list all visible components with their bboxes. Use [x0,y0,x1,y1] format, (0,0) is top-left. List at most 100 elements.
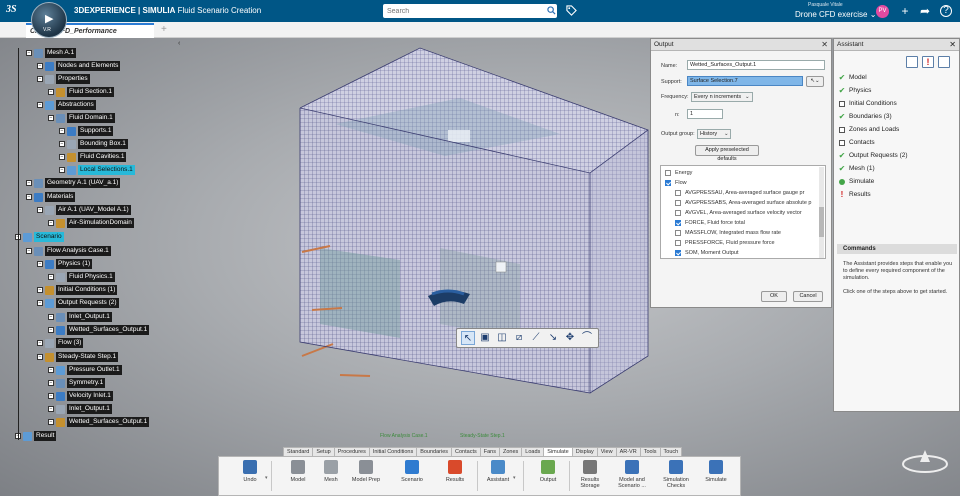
variable-checkbox[interactable] [665,169,671,176]
ok-button[interactable]: OK [761,291,787,302]
toolbar-button[interactable]: Scenario [395,460,429,483]
share-icon[interactable]: ➦ [918,4,932,18]
expand-toggle-icon[interactable]: − [26,180,32,186]
support-field[interactable]: Surface Selection.7 [687,76,803,86]
tree-node[interactable]: − Output Requests (2) [37,298,119,308]
support-picker-button[interactable]: ↖⌄ [806,76,824,87]
variable-checkbox[interactable] [675,199,681,206]
scrollbar-thumb[interactable] [819,207,824,237]
tree-node[interactable]: − Air-SimulationDomain [48,218,134,228]
expand-toggle-icon[interactable]: − [26,50,32,56]
cancel-button[interactable]: Cancel [793,291,823,302]
output-variable-row[interactable]: AVGPRESSAU, Area-averaged surface gauge … [675,188,804,197]
select-icon[interactable]: ↖ [461,331,475,345]
robot-icon[interactable]: ✥ [563,331,577,345]
expand-toggle-icon[interactable]: − [59,154,65,160]
output-variable-row[interactable]: AVGVEL, Area-averaged surface velocity v… [675,208,802,217]
assistant-step[interactable]: ✔ Physics [838,85,872,96]
expand-toggle-icon[interactable]: − [48,380,54,386]
view-compass-icon[interactable] [900,446,950,476]
toolbar-button[interactable]: Results [438,460,472,483]
toolbar-button[interactable]: Simulate [699,460,733,483]
help-icon[interactable]: ? [940,5,952,17]
variable-checkbox[interactable] [675,249,681,256]
action-tab[interactable]: Boundaries [416,447,453,456]
tree-node[interactable]: −Result [15,431,57,441]
tree-node[interactable]: −Scenario [15,232,64,242]
action-tab[interactable]: Initial Conditions [368,447,418,456]
expand-toggle-icon[interactable]: − [26,194,32,200]
apply-defaults-button[interactable]: Apply preselected defaults [695,145,759,162]
project-selector[interactable]: Drone CFD exercise ⌄ [795,10,876,19]
expand-toggle-icon[interactable]: − [37,102,43,108]
expand-toggle-icon[interactable]: − [48,314,54,320]
tree-node[interactable]: − Bounding Box.1 [59,139,128,149]
avatar[interactable]: PV [876,5,889,18]
expand-toggle-icon[interactable]: − [59,141,65,147]
tag-icon[interactable] [566,5,577,16]
output-variable-row[interactable]: Energy [665,168,692,177]
assistant-step[interactable]: ! Results [838,189,871,200]
tree-node[interactable]: − Wetted_Surfaces_Output.1 [48,417,150,427]
list-scrollbar[interactable] [819,167,824,258]
expand-toggle-icon[interactable]: − [48,367,54,373]
expand-toggle-icon[interactable]: − [48,220,54,226]
collapse-tree-icon[interactable]: ‹ [178,40,186,48]
tree-node[interactable]: − Fluid Physics.1 [48,272,115,282]
action-tab[interactable]: Tools [639,447,661,456]
expand-toggle-icon[interactable]: − [48,274,54,280]
tree-node[interactable]: − Fluid Cavities.1 [59,152,127,162]
search-input[interactable] [383,4,557,18]
action-tab[interactable]: Setup [312,447,335,456]
box-select-icon[interactable]: ▣ [478,331,492,345]
cube-icon[interactable]: ◫ [495,331,509,345]
variable-checkbox[interactable] [675,229,681,236]
assistant-step[interactable]: ✔ Mesh (1) [838,163,875,174]
table-view-icon[interactable] [906,56,918,68]
tree-node[interactable]: − Physics (1) [37,259,93,269]
alert-icon[interactable]: ! [922,56,934,68]
tree-node[interactable]: − Inlet_Output.1 [48,312,112,322]
expand-toggle-icon[interactable]: − [48,406,54,412]
output-variable-row[interactable]: Flow [665,178,687,187]
action-tab[interactable]: Zones [498,447,523,456]
action-tab[interactable]: Display [571,447,598,456]
add-icon[interactable]: + [898,4,912,18]
action-tab[interactable]: Contacts [451,447,481,456]
expand-toggle-icon[interactable]: − [48,393,54,399]
tree-node[interactable]: − Supports.1 [59,126,114,136]
tree-node[interactable]: − Steady-State Step.1 [37,352,119,362]
assistant-step[interactable]: ✔ Output Requests (2) [838,150,908,161]
expand-toggle-icon[interactable]: − [37,76,43,82]
expand-toggle-icon[interactable]: − [37,354,43,360]
expand-toggle-icon[interactable]: − [37,287,43,293]
output-variable-row[interactable]: SOM, Moment Output [675,248,739,257]
assistant-step[interactable]: Zones and Loads [838,124,899,135]
toolbar-button[interactable]: Assistant [481,460,515,483]
frequency-select[interactable]: Every n increments [691,92,753,102]
tree-node[interactable]: − Symmetry.1 [48,378,106,388]
variable-checkbox[interactable] [675,239,681,246]
compass-icon[interactable]: ▶ V.R [31,2,67,38]
assistant-step[interactable]: Simulate [838,176,874,187]
list-view-icon[interactable] [938,56,950,68]
assistant-step[interactable]: Initial Conditions [838,98,897,109]
add-tab-button[interactable]: + [161,24,167,35]
tree-node[interactable]: − Materials [26,192,76,202]
toolbar-button[interactable]: Output [531,460,565,483]
tree-node[interactable]: − Flow Analysis Case.1 [26,246,111,256]
ruler-icon[interactable]: ⟋ [529,331,543,345]
cut-plane-icon[interactable]: ⧄ [512,331,526,345]
expand-toggle-icon[interactable]: − [48,115,54,121]
measure-icon[interactable]: ⌒ [580,331,594,345]
tree-node[interactable]: − Abstractions [37,100,96,110]
output-variable-row[interactable]: AVGPRESSABS, Area-averaged surface absol… [675,198,811,207]
tree-node[interactable]: − Flow (3) [37,338,84,348]
variable-checkbox[interactable] [675,209,681,216]
tree-node[interactable]: − Local Selections.1 [59,165,135,175]
expand-toggle-icon[interactable]: − [48,419,54,425]
tree-node[interactable]: − Mesh A.1 [26,48,77,58]
toolbar-button[interactable]: Model [281,460,315,483]
toolbar-button[interactable]: Results Storage [573,460,607,489]
expand-toggle-icon[interactable]: − [59,167,65,173]
